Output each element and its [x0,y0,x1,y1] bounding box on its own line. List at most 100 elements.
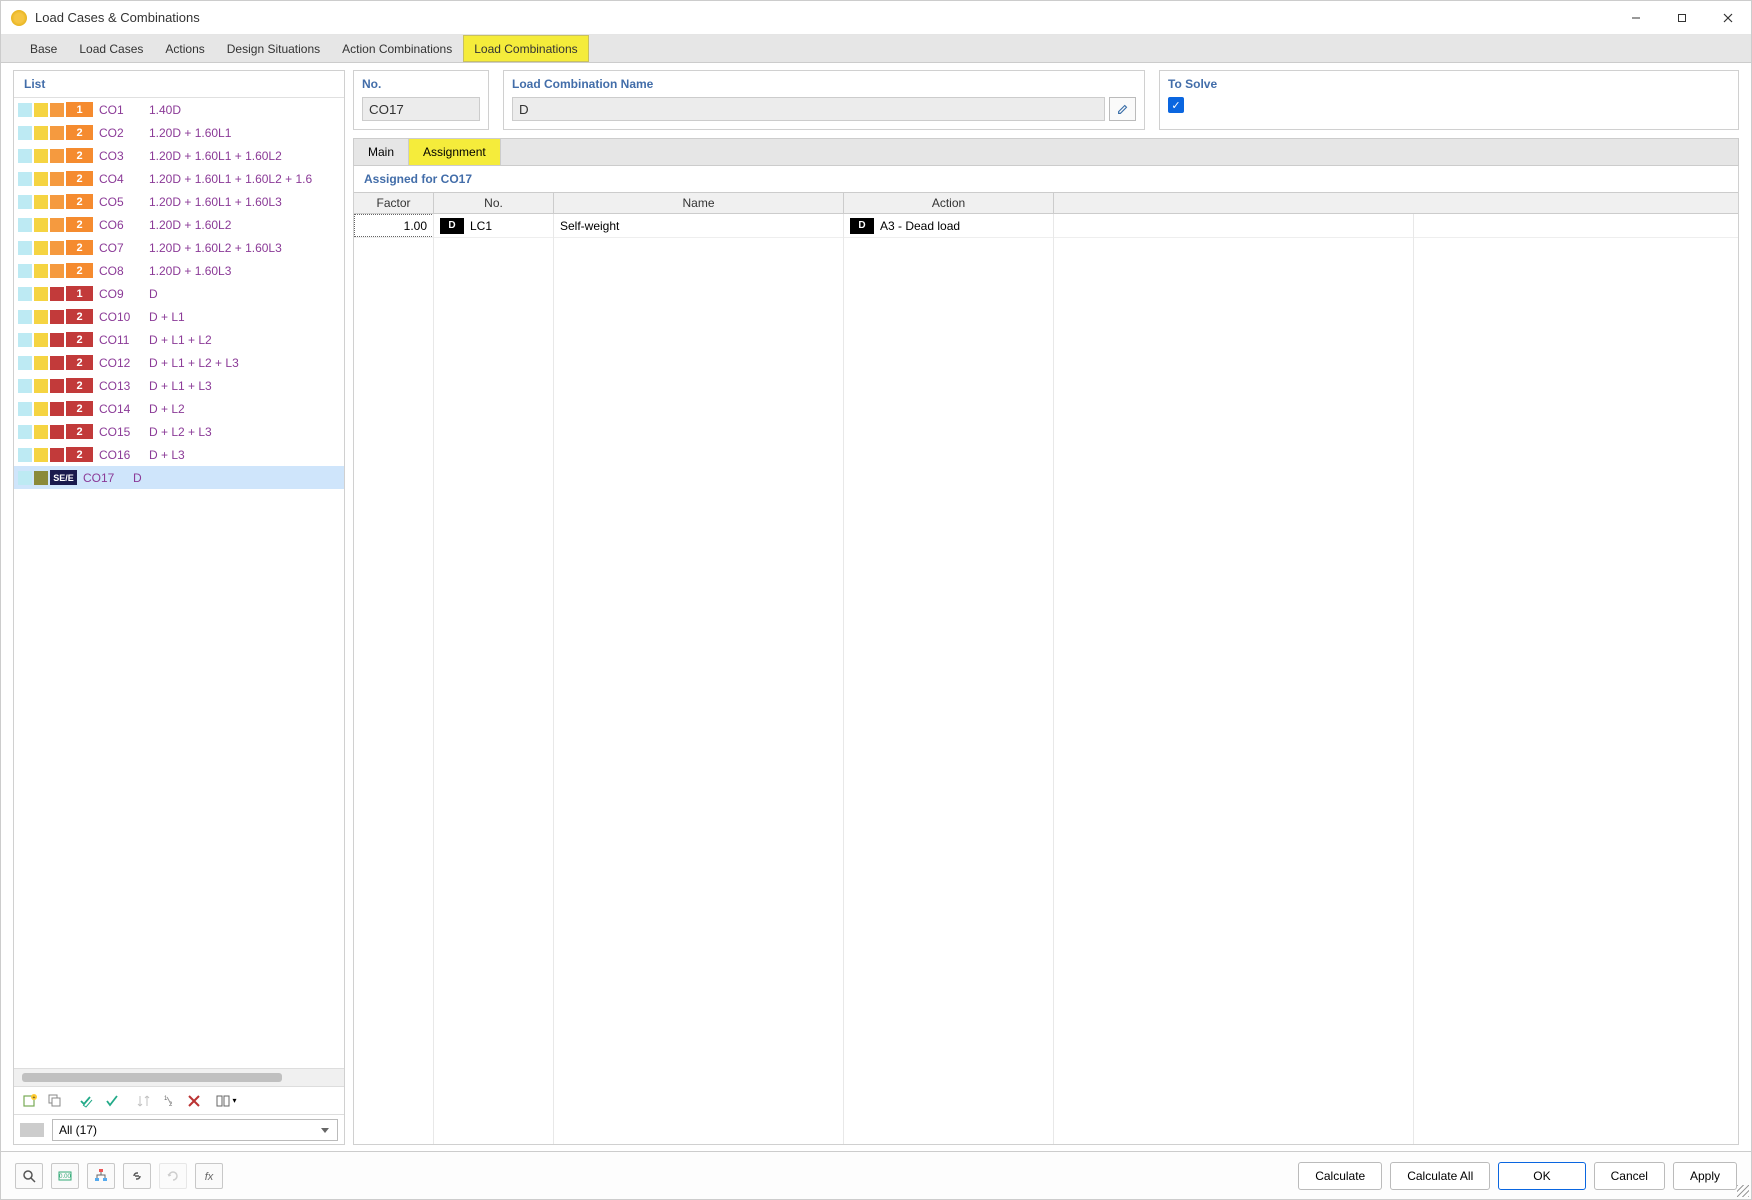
list-item[interactable]: 2CO51.20D + 1.60L1 + 1.60L3 [14,190,344,213]
resize-grip[interactable] [1737,1185,1749,1197]
col-no[interactable]: No. [434,193,554,213]
list-item[interactable]: 2CO14D + L2 [14,397,344,420]
color-chip [50,425,64,439]
calculate-all-button[interactable]: Calculate All [1390,1162,1490,1190]
check-button[interactable] [100,1090,124,1112]
solve-checkbox[interactable]: ✓ [1168,97,1184,113]
hierarchy-icon[interactable] [87,1163,115,1189]
assign-grid-body[interactable]: 1.00DLC1Self-weightDA3 - Dead load [354,214,1738,1144]
filter-select[interactable]: All (17) [52,1119,338,1141]
tab-base[interactable]: Base [19,35,68,62]
tab-action-combinations[interactable]: Action Combinations [331,35,463,62]
color-chip [50,264,64,278]
col-action[interactable]: Action [844,193,1054,213]
type-badge: 2 [66,240,93,255]
combination-id: CO14 [99,402,149,416]
combination-desc: 1.20D + 1.60L1 [149,126,231,140]
delete-button[interactable] [182,1090,206,1112]
list-item[interactable]: 2CO21.20D + 1.60L1 [14,121,344,144]
col-factor[interactable]: Factor [354,193,434,213]
list-panel: List 1CO11.40D2CO21.20D + 1.60L1 2 CO31.20… [13,70,345,1145]
color-chip [34,379,48,393]
combination-id: CO12 [99,356,149,370]
color-chip [18,126,32,140]
subtab-bar: MainAssignment [353,138,1739,166]
list-item[interactable]: 1CO11.40D [14,98,344,121]
combination-desc: D [149,287,158,301]
no-label: No. [362,75,480,97]
close-button[interactable] [1705,1,1751,35]
maximize-button[interactable] [1659,1,1705,35]
cell-factor[interactable]: 1.00 [354,214,434,237]
list-item[interactable]: SE/ECO17D [14,466,344,489]
subtab-main[interactable]: Main [354,139,409,165]
tab-load-cases[interactable]: Load Cases [68,35,154,62]
list-item[interactable]: 2CO10D + L1 [14,305,344,328]
combination-id: CO5 [99,195,149,209]
combination-id: CO2 [99,126,149,140]
cell-name[interactable]: Self-weight [554,214,844,237]
combination-list[interactable]: 1CO11.40D2CO21.20D + 1.60L1 2 CO31.20D + 1… [14,98,344,1068]
list-item[interactable]: 2 CO12D + L1 + L2 + L3 [14,351,344,374]
list-item[interactable]: 1CO9D [14,282,344,305]
check-all-button[interactable] [75,1090,99,1112]
combination-id: CO7 [99,241,149,255]
view-mode-button[interactable]: ▾ [214,1090,238,1112]
lc-tag: D [440,218,464,234]
col-name[interactable]: Name [554,193,844,213]
list-header: List [14,71,344,98]
no-input[interactable] [362,97,480,121]
tab-load-combinations[interactable]: Load Combinations [463,35,588,62]
color-chip [34,448,48,462]
units-icon[interactable]: 0.00 [51,1163,79,1189]
list-item[interactable]: 2CO81.20D + 1.60L3 [14,259,344,282]
no-group: No. [353,70,489,130]
subtab-assignment[interactable]: Assignment [409,139,501,165]
combination-desc: D + L1 + L3 [149,379,212,393]
list-item[interactable]: 2CO15D + L2 + L3 [14,420,344,443]
link-icon[interactable] [123,1163,151,1189]
list-item[interactable]: 2CO16D + L3 [14,443,344,466]
calculate-button[interactable]: Calculate [1298,1162,1382,1190]
new-item-button[interactable]: + [18,1090,42,1112]
type-badge: 2 [66,355,93,370]
cancel-button[interactable]: Cancel [1594,1162,1665,1190]
color-chip [34,241,48,255]
search-icon[interactable] [15,1163,43,1189]
renumber-button[interactable]: 12 [157,1090,181,1112]
combination-desc: D + L1 + L2 + L3 [149,356,239,370]
color-chip [18,448,32,462]
list-hscrollbar[interactable] [14,1068,344,1086]
sort-button[interactable] [132,1090,156,1112]
list-item[interactable]: 2CO31.20D + 1.60L1 + 1.60L2 [14,144,344,167]
list-item[interactable]: 2CO11D + L1 + L2 [14,328,344,351]
assign-row[interactable]: 1.00DLC1Self-weightDA3 - Dead load [354,214,1738,238]
color-chip [50,218,64,232]
app-icon [11,10,27,26]
edit-name-button[interactable] [1109,97,1136,121]
color-chip [18,471,32,485]
color-chip [34,172,48,186]
list-item[interactable]: 2CO71.20D + 1.60L2 + 1.60L3 [14,236,344,259]
combination-id: CO16 [99,448,149,462]
ok-button[interactable]: OK [1498,1162,1585,1190]
type-badge: 2 [66,263,93,278]
combination-id: CO3 [99,149,149,163]
type-badge: 2 [66,148,93,163]
cell-action[interactable]: DA3 - Dead load [844,214,1054,237]
list-item[interactable]: 2CO13D + L1 + L3 [14,374,344,397]
function-icon[interactable]: fx [195,1163,223,1189]
tab-design-situations[interactable]: Design Situations [216,35,331,62]
combination-id: CO1 [99,103,149,117]
color-chip [34,471,48,485]
list-item[interactable]: 2CO61.20D + 1.60L2 [14,213,344,236]
cell-no[interactable]: DLC1 [434,214,554,237]
minimize-button[interactable] [1613,1,1659,35]
tab-actions[interactable]: Actions [154,35,215,62]
color-chip [50,333,64,347]
name-input[interactable] [512,97,1105,121]
copy-item-button[interactable] [43,1090,67,1112]
list-item[interactable]: 2CO41.20D + 1.60L1 + 1.60L2 + 1.6 [14,167,344,190]
combination-id: CO9 [99,287,149,301]
apply-button[interactable]: Apply [1673,1162,1737,1190]
